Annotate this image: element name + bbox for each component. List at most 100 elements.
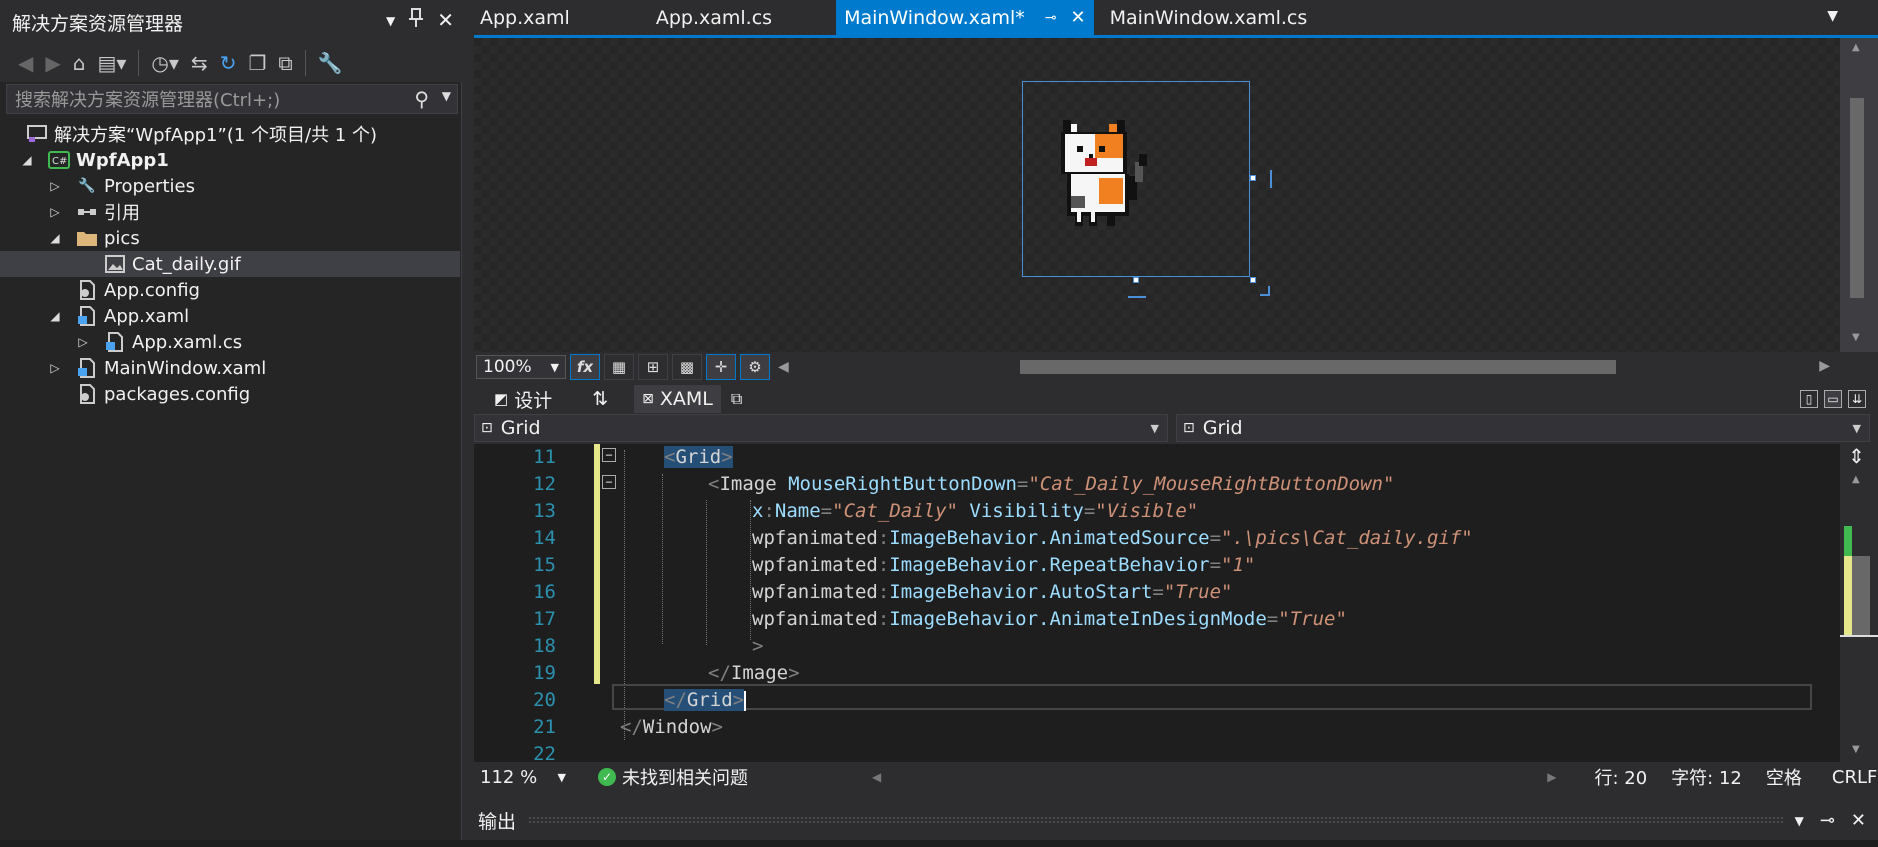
horizontal-split-icon[interactable]: ▭ — [1824, 390, 1842, 408]
whitespace-indicator[interactable]: 空格 — [1766, 764, 1802, 790]
code-vertical-scrollbar[interactable]: ⇕ ▲ ▼ — [1840, 444, 1878, 762]
refresh-icon[interactable]: ↻ — [220, 51, 237, 75]
drag-grip[interactable] — [528, 816, 1783, 824]
split-editor-icon[interactable]: ⇕ — [1848, 444, 1865, 468]
scroll-down-arrow-icon[interactable]: ▼ — [1852, 744, 1860, 755]
designer-horizontal-scrollbar[interactable]: ▶ — [790, 358, 1830, 374]
collapse-arrow-icon[interactable]: ◢ — [20, 153, 34, 167]
designer-zoom-select[interactable]: 100% ▼ — [476, 355, 566, 379]
tab-design[interactable]: ◩ 设计 — [486, 385, 560, 413]
collapse-all-icon[interactable]: ❐ — [248, 51, 266, 75]
sync-icon[interactable]: ⇆ — [191, 51, 208, 75]
svg-text:C#: C# — [52, 156, 67, 167]
tree-item-app-config[interactable]: App.config — [0, 277, 460, 303]
bottom-edge — [0, 840, 1878, 847]
pin-icon[interactable] — [409, 8, 424, 33]
show-grid-button[interactable]: ▦ — [604, 354, 634, 380]
resize-handle-right[interactable] — [1250, 175, 1256, 181]
resize-handle-corner[interactable] — [1250, 277, 1256, 283]
scrollbar-thumb[interactable] — [1020, 360, 1616, 374]
line-indicator[interactable]: 行: 20 — [1594, 764, 1647, 790]
scroll-down-arrow-icon[interactable]: ▼ — [1852, 332, 1860, 343]
eol-indicator[interactable]: CRLF — [1832, 767, 1877, 788]
nav-left-dropdown[interactable]: ⊡ Grid ▼ — [474, 414, 1168, 442]
image-element-selection[interactable] — [1022, 81, 1250, 277]
artboard-background-button[interactable]: ▩ — [672, 354, 702, 380]
tab-app-xaml-cs[interactable]: App.xaml.cs — [648, 0, 780, 35]
vertical-split-icon[interactable]: ▯ — [1800, 390, 1818, 408]
issues-indicator[interactable]: ✓ 未找到相关问题 — [598, 764, 748, 790]
tab-app-xaml[interactable]: App.xaml — [474, 0, 578, 35]
close-icon[interactable]: ✕ — [437, 8, 454, 33]
resize-handle-bottom[interactable] — [1133, 277, 1139, 283]
forward-icon[interactable]: ▶ — [45, 51, 60, 75]
swap-panes-button[interactable]: ⇅ — [584, 385, 616, 413]
scroll-left-arrow-icon[interactable]: ◀ — [778, 359, 789, 375]
panel-menu-icon[interactable]: ▼ — [1795, 814, 1804, 831]
document-tabs: App.xaml App.xaml.cs MainWindow.xaml* ⊸ … — [474, 0, 1878, 38]
expand-arrow-icon[interactable]: ▷ — [48, 361, 62, 375]
code-line-18: > — [752, 635, 764, 657]
expand-arrow-icon[interactable]: ▷ — [48, 179, 62, 193]
tab-label: MainWindow.xaml.cs — [1109, 6, 1308, 29]
popout-xaml-icon[interactable]: ⧉ — [731, 389, 742, 409]
properties-wrench-icon[interactable]: 🔧 — [318, 51, 343, 75]
close-icon[interactable]: ✕ — [1851, 810, 1866, 831]
tab-xaml[interactable]: ⊠ XAML — [634, 385, 721, 413]
search-input[interactable]: 搜索解决方案资源管理器(Ctrl+;) — [15, 86, 280, 112]
solution-explorer-search[interactable]: 搜索解决方案资源管理器(Ctrl+;) ⚲ ▼ — [6, 84, 458, 114]
tree-item-packages-config[interactable]: packages.config — [0, 381, 460, 407]
collapse-region-icon[interactable]: − — [602, 475, 616, 489]
tree-item-pics-folder[interactable]: ◢ pics — [0, 225, 460, 251]
collapse-pane-icon[interactable]: ⇊ — [1848, 390, 1866, 408]
search-icon[interactable]: ⚲ — [414, 87, 429, 111]
tab-mainwindow-xaml[interactable]: MainWindow.xaml* ⊸ ✕ — [836, 0, 1094, 35]
tab-overflow-dropdown-icon[interactable]: ▼ — [1827, 8, 1838, 24]
home-icon[interactable]: ⌂ — [73, 51, 86, 75]
scroll-right-arrow-icon[interactable]: ▶ — [1547, 770, 1556, 784]
back-icon[interactable]: ◀ — [18, 51, 33, 75]
expand-arrow-icon[interactable]: ▷ — [48, 205, 62, 219]
toggle-effects-button[interactable]: fx — [570, 354, 600, 380]
tree-item-properties[interactable]: ▷ 🔧 Properties — [0, 173, 460, 199]
tree-item-app-xaml[interactable]: ◢ App.xaml — [0, 303, 460, 329]
code-line-17: wpfanimated:ImageBehavior.AnimateInDesig… — [752, 608, 1347, 630]
snap-to-grid-button[interactable]: ⊞ — [638, 354, 668, 380]
designer-vertical-scrollbar[interactable]: ▲ ▼ — [1840, 38, 1878, 352]
tree-item-references[interactable]: ▷ 引用 — [0, 199, 460, 225]
nav-right-dropdown[interactable]: ⊡ Grid ▼ — [1176, 414, 1870, 442]
indent-guide — [662, 474, 663, 644]
project-code-button[interactable]: ⚙ — [740, 354, 770, 380]
scroll-up-arrow-icon[interactable]: ▲ — [1852, 474, 1860, 485]
pin-icon[interactable]: ⊸ — [1820, 810, 1835, 831]
snap-to-snaplines-button[interactable]: ✛ — [706, 354, 736, 380]
panel-menu-icon[interactable]: ▼ — [386, 14, 395, 33]
char-indicator[interactable]: 字符: 12 — [1671, 764, 1742, 790]
project-code-icon: ⚙ — [748, 358, 762, 376]
xaml-code-editor[interactable]: − − 11 12 13 14 15 16 17 18 19 20 21 22 … — [474, 444, 1840, 765]
tree-item-label: App.config — [104, 279, 200, 301]
scroll-right-arrow-icon[interactable]: ▶ — [1819, 358, 1830, 374]
show-all-files-icon[interactable]: ⧉ — [278, 51, 292, 75]
switch-views-icon[interactable]: ▤▾ — [97, 51, 126, 75]
tab-mainwindow-xaml-cs[interactable]: MainWindow.xaml.cs — [1102, 0, 1316, 35]
collapse-arrow-icon[interactable]: ◢ — [48, 309, 62, 323]
collapse-region-icon[interactable]: − — [602, 448, 616, 462]
scroll-left-arrow-icon[interactable]: ◀ — [872, 770, 881, 784]
check-circle-icon: ✓ — [598, 768, 616, 786]
search-options-dropdown-icon[interactable]: ▼ — [442, 89, 451, 103]
tree-item-solution[interactable]: 解决方案“WpfApp1”(1 个项目/共 1 个) — [0, 121, 460, 147]
design-xaml-split-bar: ◩ 设计 ⇅ ⊠ XAML ⧉ ▯ ▭ ⇊ — [474, 384, 1878, 414]
scroll-up-arrow-icon[interactable]: ▲ — [1852, 42, 1860, 53]
tab-pin-icon[interactable]: ⊸ — [1045, 10, 1057, 26]
editor-zoom-select[interactable]: 112 % ▼ — [474, 767, 566, 788]
pending-changes-filter-icon[interactable]: ◷▾ — [151, 51, 179, 75]
collapse-arrow-icon[interactable]: ◢ — [48, 231, 62, 245]
tree-item-app-xaml-cs[interactable]: ▷ App.xaml.cs — [0, 329, 460, 355]
tree-item-mainwindow-xaml[interactable]: ▷ MainWindow.xaml — [0, 355, 460, 381]
expand-arrow-icon[interactable]: ▷ — [76, 335, 90, 349]
tree-item-cat-daily-gif[interactable]: Cat_daily.gif — [0, 251, 460, 277]
scrollbar-thumb[interactable] — [1850, 98, 1864, 298]
tree-item-project[interactable]: ◢ C# WpfApp1 — [0, 147, 460, 173]
tab-close-icon[interactable]: ✕ — [1071, 7, 1086, 28]
